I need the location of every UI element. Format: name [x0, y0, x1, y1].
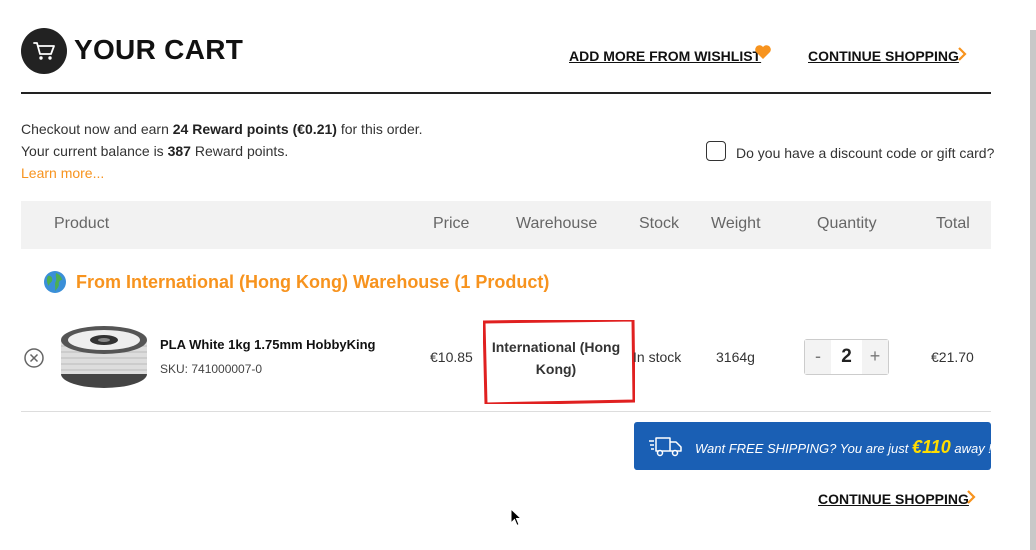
cart-table-header: Product Price Warehouse Stock Weight Qua…	[21, 201, 991, 249]
free-shipping-text: Want FREE SHIPPING? You are just	[695, 441, 913, 456]
column-header-total: Total	[936, 215, 970, 232]
mouse-cursor-icon	[510, 507, 524, 533]
column-header-stock: Stock	[639, 215, 680, 232]
free-shipping-amount: €110	[912, 437, 951, 457]
product-name-link[interactable]: PLA White 1kg 1.75mm HobbyKing	[160, 337, 376, 352]
reward-points-info: Checkout now and earn 24 Reward points (…	[21, 118, 423, 184]
column-header-quantity: Quantity	[817, 215, 877, 232]
reward-text: for this order.	[336, 121, 423, 137]
quantity-increase-button[interactable]: +	[862, 340, 888, 374]
quantity-stepper: - +	[804, 339, 889, 375]
quantity-decrease-button[interactable]: -	[805, 340, 831, 374]
reward-points-earned: 24 Reward points (€0.21)	[172, 121, 337, 137]
item-price: €10.85	[430, 349, 473, 365]
reward-text: Checkout now and earn	[21, 121, 173, 137]
cart-row: PLA White 1kg 1.75mm HobbyKing SKU: 7410…	[21, 310, 991, 412]
add-from-wishlist-link[interactable]: ADD MORE FROM WISHLIST	[569, 48, 761, 64]
product-sku: SKU: 741000007-0	[160, 362, 263, 376]
discount-label[interactable]: Do you have a discount code or gift card…	[736, 145, 994, 161]
free-shipping-banner: Want FREE SHIPPING? You are just €110 aw…	[634, 422, 992, 470]
continue-shopping-link-bottom[interactable]: CONTINUE SHOPPING	[818, 491, 969, 507]
learn-more-link[interactable]: Learn more...	[21, 162, 423, 184]
column-header-price: Price	[433, 215, 470, 232]
discount-toggle[interactable]: Do you have a discount code or gift card…	[706, 141, 994, 161]
page-scrollbar[interactable]	[1030, 30, 1036, 550]
free-shipping-text: away !	[950, 441, 992, 456]
item-weight: 3164g	[716, 349, 755, 365]
heart-icon	[754, 44, 772, 65]
balance-text: Reward points.	[190, 143, 289, 159]
truck-icon	[648, 434, 684, 463]
reward-balance: 387	[167, 143, 191, 159]
chevron-right-icon	[966, 489, 976, 510]
column-header-product: Product	[54, 215, 110, 232]
free-shipping-message: Want FREE SHIPPING? You are just €110 aw…	[695, 437, 992, 458]
cart-icon	[21, 28, 67, 74]
globe-icon	[43, 270, 67, 294]
product-thumbnail[interactable]	[59, 322, 149, 392]
column-header-warehouse: Warehouse	[516, 215, 598, 232]
balance-text: Your current balance is	[21, 143, 168, 159]
warehouse-group-title: From International (Hong Kong) Warehouse…	[76, 271, 550, 292]
continue-shopping-link-top[interactable]: CONTINUE SHOPPING	[808, 48, 959, 64]
item-total: €21.70	[931, 349, 974, 365]
column-header-weight: Weight	[711, 215, 761, 232]
page-title: YOUR CART	[74, 34, 244, 65]
warehouse-group-heading: From International (Hong Kong) Warehouse…	[43, 270, 549, 294]
chevron-right-icon	[957, 46, 967, 67]
remove-icon[interactable]	[23, 347, 45, 374]
item-stock-status: In stock	[633, 349, 682, 365]
quantity-input[interactable]	[831, 340, 862, 374]
discount-checkbox[interactable]	[706, 141, 726, 161]
annotation-highlight-box	[483, 320, 635, 404]
cart-header: YOUR CART ADD MORE FROM WISHLIST CONTINU…	[21, 28, 991, 94]
